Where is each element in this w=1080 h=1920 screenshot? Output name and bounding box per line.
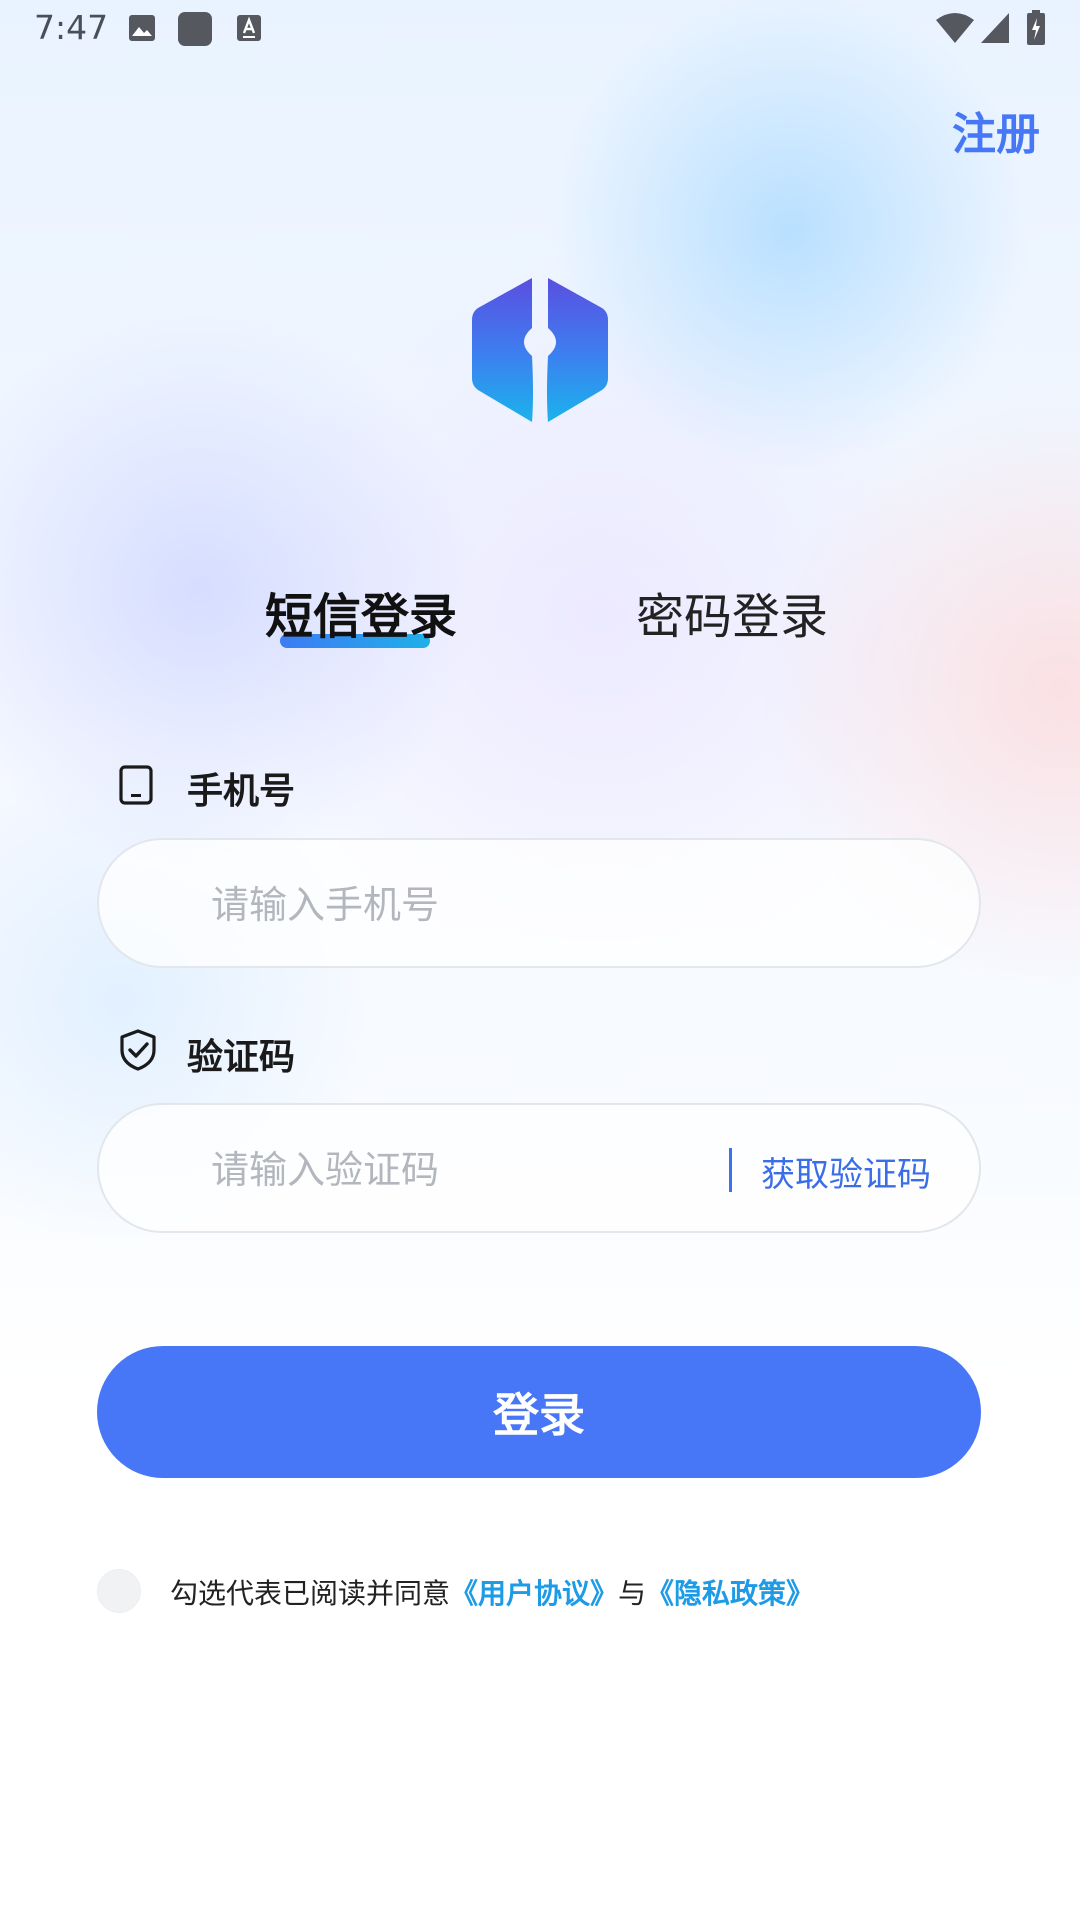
- tab-sms-login-label: 短信登录: [265, 589, 458, 645]
- image-icon: [128, 14, 156, 46]
- get-code-button[interactable]: 获取验证码: [761, 1147, 931, 1196]
- status-bar: 7:47: [0, 0, 1080, 60]
- app-square-icon: [177, 11, 213, 51]
- tab-sms-login[interactable]: 短信登录: [265, 585, 457, 649]
- phone-label: 手机号: [187, 771, 296, 812]
- agreement-checkbox[interactable]: [97, 1569, 141, 1613]
- agreement-text: 勾选代表已阅读并同意《用户协议》与《隐私政策》: [170, 1572, 814, 1612]
- phone-icon: [118, 764, 154, 810]
- code-label: 验证码: [187, 1037, 296, 1078]
- text-a-icon: [236, 14, 262, 46]
- code-divider: [729, 1148, 732, 1192]
- status-time: 7:47: [34, 8, 109, 47]
- tab-password-login[interactable]: 密码登录: [636, 585, 828, 649]
- code-input-box: 获取验证码: [97, 1103, 981, 1233]
- wifi-icon: [935, 12, 975, 48]
- agreement-prefix: 勾选代表已阅读并同意: [170, 1577, 451, 1610]
- code-input[interactable]: [209, 1135, 683, 1205]
- login-button[interactable]: 登录: [97, 1346, 981, 1478]
- battery-charging-icon: [1026, 10, 1046, 50]
- phone-input[interactable]: [209, 870, 773, 940]
- register-link[interactable]: 注册: [952, 98, 1040, 162]
- app-logo: [470, 276, 610, 424]
- privacy-policy-link[interactable]: 《隐私政策》: [646, 1577, 814, 1610]
- agreement-conjunction: 与: [618, 1577, 647, 1610]
- user-agreement-link[interactable]: 《用户协议》: [450, 1577, 618, 1610]
- shield-check-icon: [118, 1028, 158, 1076]
- signal-icon: [980, 12, 1010, 48]
- phone-input-box: [97, 838, 981, 968]
